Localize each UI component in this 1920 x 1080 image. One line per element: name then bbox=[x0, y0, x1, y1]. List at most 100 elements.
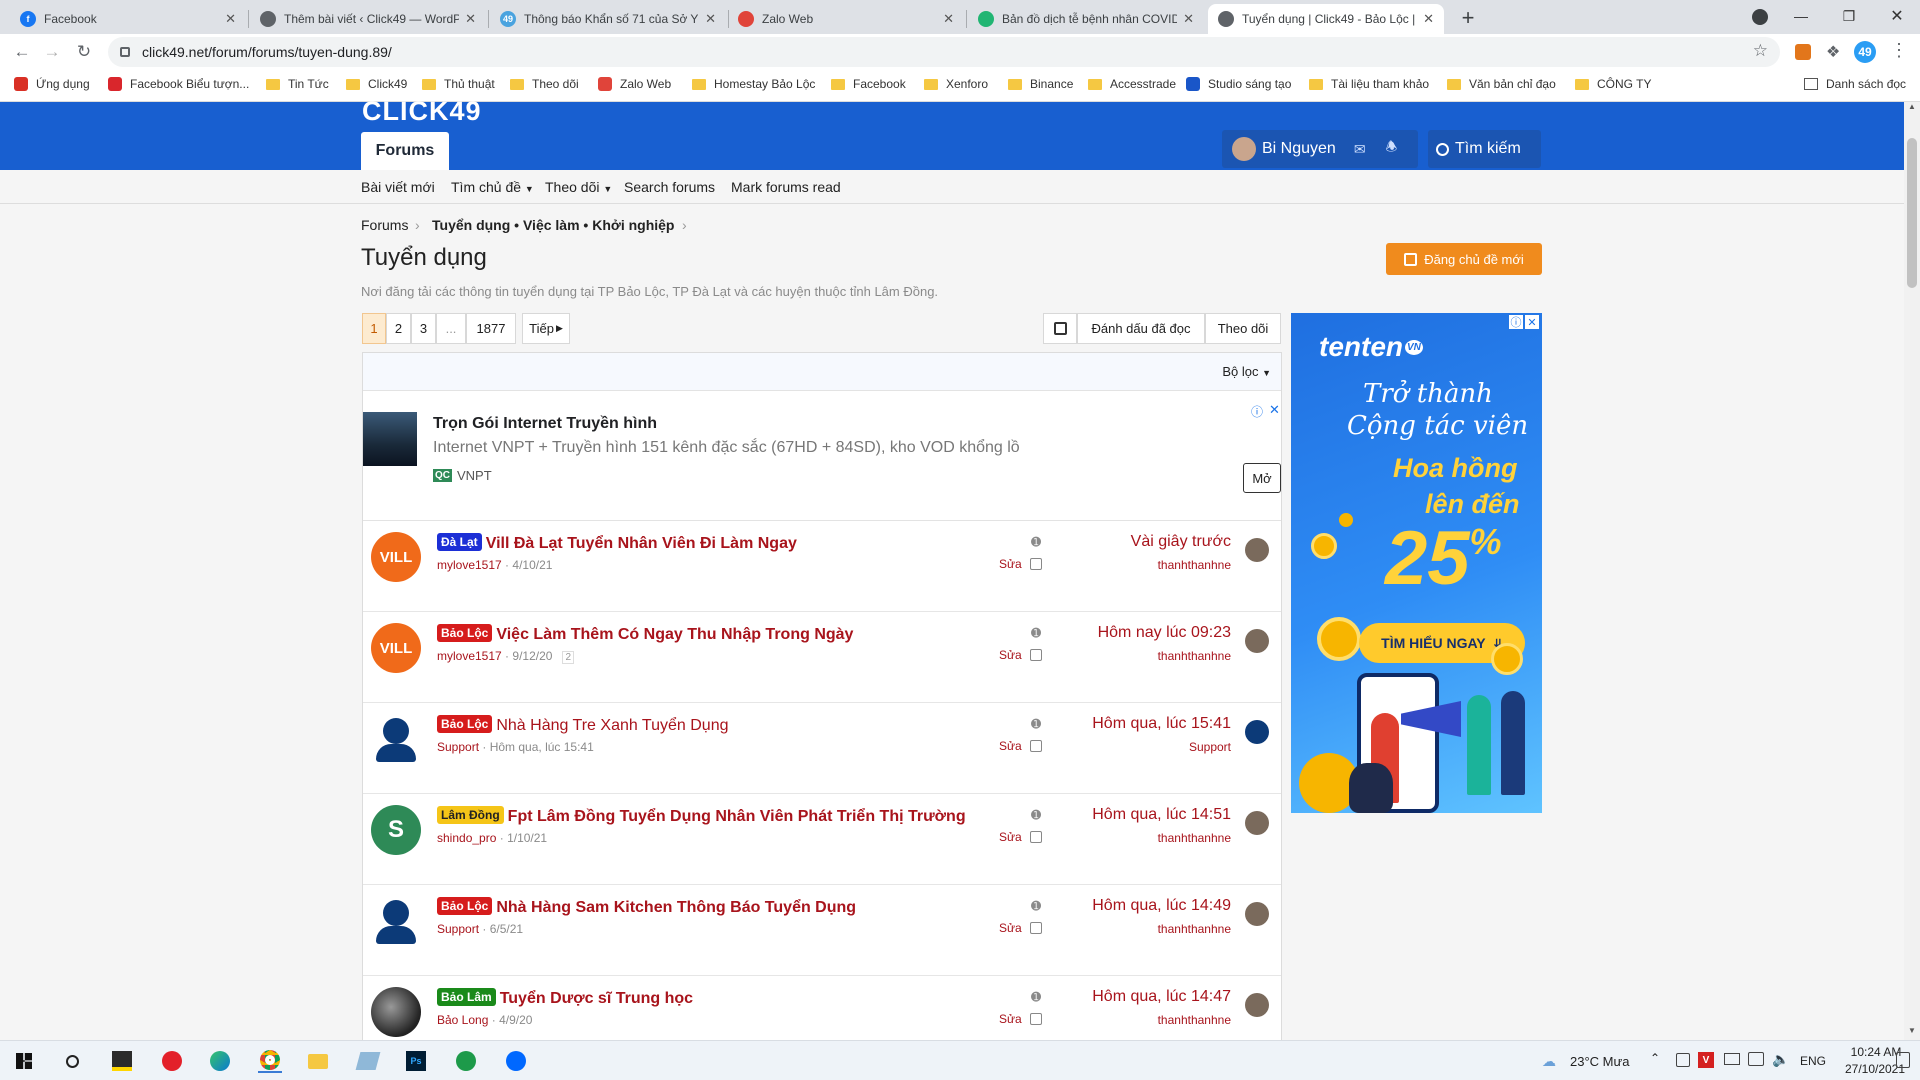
scroll-up-arrow-icon[interactable]: ▲ bbox=[1904, 102, 1920, 116]
page-1-button[interactable]: 1 bbox=[362, 313, 386, 344]
browser-tab[interactable]: f Facebook ✕ bbox=[10, 4, 246, 34]
bookmark-star-icon[interactable]: ☆ bbox=[1753, 41, 1768, 61]
edit-thread-control[interactable]: Sửa bbox=[999, 830, 1042, 844]
thread-title[interactable]: Nhà Hàng Sam Kitchen Thông Báo Tuyển Dụn… bbox=[496, 899, 856, 916]
last-post-user[interactable]: thanhthanhne bbox=[1158, 649, 1231, 663]
edit-thread-control[interactable]: Sửa bbox=[999, 739, 1042, 753]
thread-prefix-badge[interactable]: Bảo Lâm bbox=[437, 988, 496, 1006]
bookmark-item[interactable]: Xenforo bbox=[924, 77, 988, 91]
select-checkbox[interactable] bbox=[1029, 831, 1042, 843]
thread-author[interactable]: shindo_pro bbox=[437, 831, 496, 845]
browser-tab[interactable]: Tuyển dụng | Click49 - Bảo Lộc | ... ✕ bbox=[1208, 4, 1444, 34]
pin-icon[interactable]: ➊ bbox=[1031, 717, 1041, 731]
ad-close-icon[interactable]: ✕ bbox=[1525, 315, 1539, 329]
pin-icon[interactable]: ➊ bbox=[1031, 626, 1041, 640]
bookmark-item[interactable]: Văn bản chỉ đạo bbox=[1447, 77, 1556, 91]
bookmark-item[interactable]: Homestay Bảo Lộc bbox=[692, 77, 815, 91]
user-avatar[interactable]: S bbox=[371, 805, 421, 855]
bookmark-item[interactable]: Zalo Web bbox=[598, 77, 671, 91]
close-tab-icon[interactable]: ✕ bbox=[1423, 11, 1434, 27]
language-indicator[interactable]: ENG bbox=[1800, 1054, 1826, 1068]
last-post-time[interactable]: Hôm qua, lúc 15:41 bbox=[1092, 715, 1231, 733]
close-tab-icon[interactable]: ✕ bbox=[1183, 11, 1194, 27]
last-poster-avatar[interactable] bbox=[1245, 811, 1269, 835]
bookmark-item[interactable]: Click49 bbox=[346, 77, 407, 91]
thread-author[interactable]: Bảo Long bbox=[437, 1013, 488, 1027]
page-3-button[interactable]: 3 bbox=[411, 313, 436, 344]
subnav-search-forums[interactable]: Search forums bbox=[624, 179, 715, 195]
weather-icon[interactable]: ☁ bbox=[1542, 1053, 1556, 1070]
chrome-app-icon[interactable] bbox=[258, 1049, 282, 1073]
network-app-icon[interactable] bbox=[454, 1049, 478, 1073]
thread-prefix-badge[interactable]: Bảo Lộc bbox=[437, 897, 493, 915]
tray-volume-icon[interactable]: 🔈 bbox=[1772, 1051, 1789, 1068]
select-checkbox[interactable] bbox=[1029, 558, 1042, 570]
forward-button[interactable]: → bbox=[40, 40, 64, 64]
breadcrumb-category[interactable]: Tuyển dụng • Việc làm • Khởi nghiệp bbox=[432, 217, 674, 233]
edit-thread-control[interactable]: Sửa bbox=[999, 921, 1042, 935]
thread-date[interactable]: 9/12/20 bbox=[512, 649, 552, 663]
close-tab-icon[interactable]: ✕ bbox=[465, 11, 476, 27]
ad-close-icon[interactable]: ✕ bbox=[1269, 402, 1280, 418]
address-bar[interactable]: click49.net/forum/forums/tuyen-dung.89/ … bbox=[108, 37, 1780, 67]
thread-title-line[interactable]: Bảo Lộc Việc Làm Thêm Có Ngay Thu Nhập Tr… bbox=[437, 624, 853, 644]
bookmark-item[interactable]: Accesstrade bbox=[1088, 77, 1176, 91]
last-poster-avatar[interactable] bbox=[1245, 902, 1269, 926]
mark-read-button[interactable]: Đánh dấu đã đọc bbox=[1077, 313, 1205, 344]
breadcrumb-forums[interactable]: Forums bbox=[361, 217, 408, 233]
reading-list-button[interactable]: Danh sách đọc bbox=[1804, 77, 1906, 91]
thread-title[interactable]: Fpt Lâm Đồng Tuyển Dụng Nhân Viên Phát T… bbox=[508, 808, 966, 825]
scroll-thumb[interactable] bbox=[1907, 138, 1917, 288]
next-page-button[interactable]: Tiếp ▶ bbox=[522, 313, 570, 344]
notepad-app-icon[interactable] bbox=[355, 1049, 381, 1073]
browser-tab[interactable]: Bản đồ dịch tễ bệnh nhân COVID ✕ bbox=[968, 4, 1204, 34]
new-tab-button[interactable]: + bbox=[1454, 4, 1482, 32]
inline-ad[interactable]: Trọn Gói Internet Truyền hình Internet V… bbox=[363, 391, 1281, 521]
last-post-time[interactable]: Vài giây trước bbox=[1131, 533, 1231, 551]
subnav-watched[interactable]: Theo dõi ▼ bbox=[545, 179, 612, 195]
page-last-button[interactable]: 1877 bbox=[466, 313, 516, 344]
page-2-button[interactable]: 2 bbox=[386, 313, 411, 344]
thread-row[interactable]: Bảo Lộc Nhà Hàng Sam Kitchen Thông Báo Tu… bbox=[363, 885, 1281, 976]
tab-search-icon[interactable] bbox=[1752, 9, 1768, 25]
site-logo[interactable]: CLICK49 bbox=[362, 96, 482, 127]
windows-start-icon[interactable] bbox=[12, 1049, 36, 1073]
thread-title[interactable]: Nhà Hàng Tre Xanh Tuyển Dụng bbox=[496, 717, 728, 734]
ad-info-icon[interactable]: ⓘ bbox=[1509, 315, 1523, 329]
select-checkbox[interactable] bbox=[1029, 649, 1042, 661]
media-player-app-icon[interactable] bbox=[160, 1049, 184, 1073]
bookmark-item[interactable]: Ứng dụng bbox=[14, 77, 90, 91]
bookmark-item[interactable]: Facebook Biểu tượn... bbox=[108, 77, 249, 91]
thread-author[interactable]: Support bbox=[437, 740, 479, 754]
mark-read-checkbox[interactable] bbox=[1043, 313, 1077, 344]
subnav-new-posts[interactable]: Bài viết mới bbox=[361, 179, 435, 195]
bookmark-item[interactable]: Facebook bbox=[831, 77, 906, 91]
thread-row[interactable]: VILL Bảo Lộc Việc Làm Thêm Có Ngay Thu Nhậ… bbox=[363, 612, 1281, 703]
filter-button[interactable]: Bộ lọc ▼ bbox=[1222, 364, 1271, 379]
sticky-notes-app-icon[interactable] bbox=[110, 1049, 134, 1073]
user-menu[interactable]: Bi Nguyen ✉ 🕭 bbox=[1222, 130, 1418, 168]
nav-tab-forums[interactable]: Forums bbox=[361, 132, 449, 170]
last-post-time[interactable]: Hôm qua, lúc 14:47 bbox=[1092, 988, 1231, 1006]
thread-date[interactable]: 4/9/20 bbox=[499, 1013, 532, 1027]
close-tab-icon[interactable]: ✕ bbox=[705, 11, 716, 27]
weather-text[interactable]: 23°C Mưa bbox=[1570, 1054, 1629, 1069]
tray-app-icon[interactable] bbox=[1676, 1053, 1690, 1067]
pin-icon[interactable]: ➊ bbox=[1031, 899, 1041, 913]
last-post-user[interactable]: thanhthanhne bbox=[1158, 922, 1231, 936]
bookmark-item[interactable]: Tin Tức bbox=[266, 77, 329, 91]
tray-network-icon[interactable] bbox=[1748, 1052, 1764, 1066]
user-avatar[interactable]: VILL bbox=[371, 532, 421, 582]
metamask-extension-icon[interactable] bbox=[1795, 44, 1811, 60]
last-post-user[interactable]: thanhthanhne bbox=[1158, 831, 1231, 845]
support-avatar-icon[interactable] bbox=[371, 896, 421, 946]
user-avatar[interactable] bbox=[371, 987, 421, 1037]
bookmark-item[interactable]: Binance bbox=[1008, 77, 1073, 91]
thread-row[interactable]: VILL Đà Lạt Vill Đà Lạt Tuyển Nhân Viên Đi… bbox=[363, 521, 1281, 612]
bookmark-item[interactable]: CÔNG TY bbox=[1575, 77, 1651, 91]
thread-title[interactable]: Tuyển Dược sĩ Trung học bbox=[500, 990, 693, 1007]
ad-open-button[interactable]: Mở bbox=[1243, 463, 1281, 493]
support-avatar-icon[interactable] bbox=[1245, 720, 1269, 744]
last-post-user[interactable]: Support bbox=[1189, 740, 1231, 754]
thread-prefix-badge[interactable]: Bảo Lộc bbox=[437, 715, 493, 733]
